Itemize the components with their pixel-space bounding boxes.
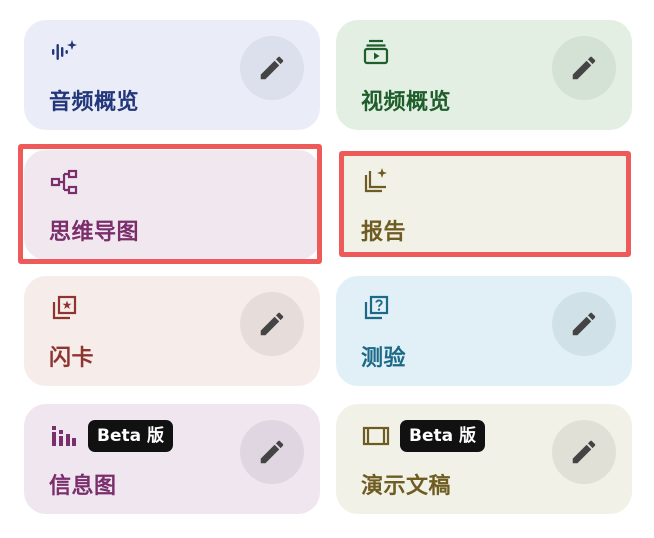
video-play-icon (362, 38, 390, 66)
card-flashcards[interactable]: 闪卡 (24, 276, 320, 386)
pencil-icon (260, 440, 284, 464)
edit-button[interactable] (240, 420, 304, 484)
quiz-icon (362, 294, 390, 322)
card-slides[interactable]: Beta 版 演示文稿 (336, 404, 632, 514)
card-audio-overview[interactable]: 音频概览 (24, 20, 320, 130)
card-label: 思维导图 (49, 220, 140, 245)
card-label: 信息图 (49, 474, 117, 499)
card-label: 闪卡 (49, 346, 95, 371)
beta-badge: Beta 版 (88, 420, 174, 452)
card-mind-map[interactable]: 思维导图 (24, 150, 320, 260)
edit-button[interactable] (552, 292, 616, 356)
audio-sparkle-icon (50, 38, 78, 66)
report-sparkle-icon (362, 166, 390, 194)
card-label: 演示文稿 (361, 474, 452, 499)
card-label: 音频概览 (49, 90, 140, 115)
mind-map-icon (50, 168, 78, 196)
beta-badge: Beta 版 (400, 420, 486, 452)
pencil-icon (260, 56, 284, 80)
infographic-icon (50, 422, 78, 450)
card-infographic[interactable]: Beta 版 信息图 (24, 404, 320, 514)
card-label: 报告 (361, 220, 407, 245)
edit-button[interactable] (552, 420, 616, 484)
slides-icon (362, 422, 390, 450)
card-video-overview[interactable]: 视频概览 (336, 20, 632, 130)
card-quiz[interactable]: 测验 (336, 276, 632, 386)
card-label: 测验 (361, 346, 407, 371)
pencil-icon (572, 440, 596, 464)
flashcard-icon (50, 294, 78, 322)
pencil-icon (572, 312, 596, 336)
pencil-icon (572, 56, 596, 80)
edit-button[interactable] (240, 292, 304, 356)
pencil-icon (260, 312, 284, 336)
card-label: 视频概览 (361, 90, 452, 115)
edit-button[interactable] (552, 36, 616, 100)
card-report[interactable]: 报告 (344, 156, 626, 252)
edit-button[interactable] (240, 36, 304, 100)
